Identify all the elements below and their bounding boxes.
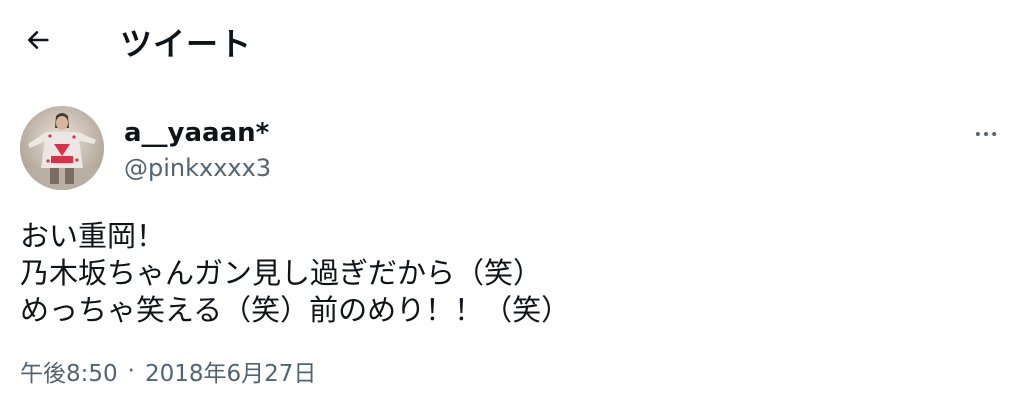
- more-options-button[interactable]: [966, 114, 1006, 154]
- tweet-detail-page: ツイート a__yaaan* @pinkxxxx3 おい重岡！ 乃木坂ちゃんガン…: [0, 0, 1024, 413]
- tweet-time-link[interactable]: 午後8:50: [20, 354, 118, 388]
- avatar[interactable]: [20, 106, 104, 190]
- back-button[interactable]: [18, 20, 58, 60]
- tweet-author-row: a__yaaan* @pinkxxxx3: [0, 104, 1024, 194]
- page-title: ツイート: [120, 25, 253, 63]
- avatar-image: [20, 106, 104, 190]
- arrow-left-icon: [27, 31, 49, 49]
- display-name[interactable]: a__yaaan*: [124, 118, 269, 148]
- tweet-text-line: おい重岡！: [20, 219, 166, 253]
- user-handle[interactable]: @pinkxxxx3: [124, 154, 271, 182]
- tweet-text: おい重岡！ 乃木坂ちゃんガン見し過ぎだから（笑） めっちゃ笑える（笑）前のめり！…: [20, 218, 1000, 329]
- tweet-text-line: めっちゃ笑える（笑）前のめり！！（笑）: [20, 293, 571, 327]
- tweet-text-line: 乃木坂ちゃんガン見し過ぎだから（笑）: [20, 256, 543, 290]
- meta-separator: ·: [127, 358, 135, 384]
- tweet-timestamp: 午後8:50 · 2018年6月27日: [20, 354, 316, 388]
- tweet-date-link[interactable]: 2018年6月27日: [145, 354, 316, 388]
- more-horizontal-icon: [975, 132, 997, 136]
- top-bar: ツイート: [0, 0, 1024, 80]
